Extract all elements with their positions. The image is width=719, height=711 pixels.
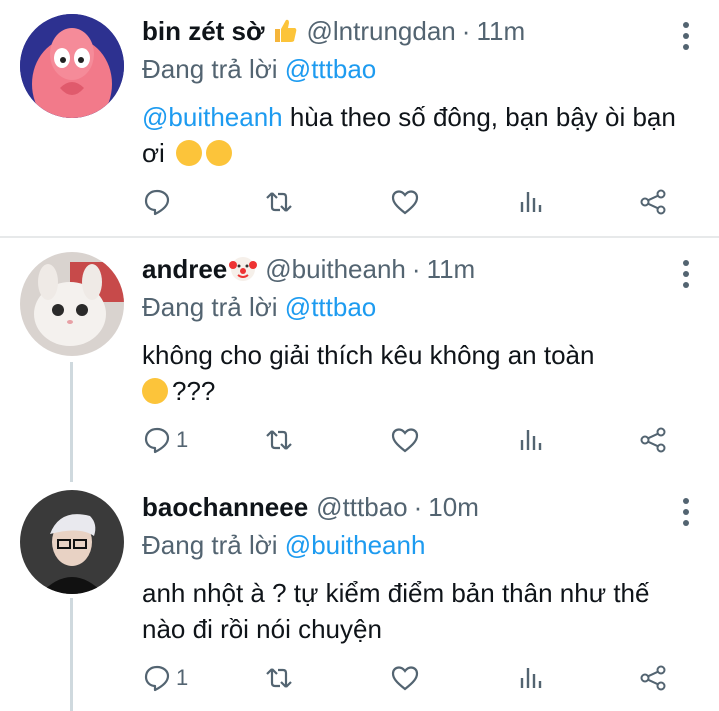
- like-button[interactable]: [390, 424, 420, 456]
- reply-icon: [144, 189, 170, 216]
- grinning-face-emoji-icon: [142, 378, 168, 404]
- reply-prefix: Đang trả lời: [142, 292, 278, 322]
- analytics-button[interactable]: [516, 424, 546, 456]
- tweet-3[interactable]: baochanneee @tttbao · 10m Đang trả lời @…: [0, 476, 719, 711]
- tweet-text: anh nhột à ? tự kiểm điểm bản thân như t…: [142, 578, 650, 644]
- avatar[interactable]: [20, 14, 124, 118]
- reply-count: 1: [176, 665, 189, 690]
- reply-to-link[interactable]: @tttbao: [285, 292, 376, 322]
- reply-button[interactable]: 1: [142, 424, 188, 456]
- sad-face-emoji-icon: [176, 140, 203, 166]
- analytics-icon: [520, 192, 542, 212]
- timestamp[interactable]: 10m: [428, 492, 479, 523]
- user-handle[interactable]: @tttbao: [316, 492, 407, 523]
- tweet-actions: 1: [142, 662, 682, 694]
- person-avatar-image: [20, 490, 124, 594]
- display-name[interactable]: andree: [142, 254, 227, 285]
- like-button[interactable]: [390, 662, 420, 694]
- share-button[interactable]: [638, 186, 668, 218]
- analytics-icon: [520, 430, 542, 450]
- mention-link[interactable]: @buitheanh: [142, 102, 283, 132]
- tweet-text-line: ???: [172, 376, 216, 406]
- avatar[interactable]: [20, 252, 124, 356]
- tweet-text-line: không cho giải thích kêu không an toàn: [142, 340, 595, 370]
- display-name[interactable]: baochanneee: [142, 492, 308, 523]
- retweet-button[interactable]: [264, 662, 294, 694]
- share-icon: [640, 665, 666, 691]
- heart-icon: [391, 428, 419, 453]
- reply-icon: [144, 427, 170, 454]
- more-options-icon[interactable]: [683, 22, 691, 55]
- user-handle[interactable]: @lntrungdan: [307, 16, 456, 47]
- like-button[interactable]: [390, 186, 420, 218]
- tweet-actions: [142, 186, 682, 218]
- reply-context: Đang trả lời @tttbao: [142, 292, 699, 323]
- reply-button[interactable]: 1: [142, 662, 188, 694]
- tweet-text: không cho giải thích kêu không an toàn ?…: [142, 337, 699, 409]
- reply-context: Đang trả lời @buitheanh: [142, 530, 699, 561]
- cat-avatar-image: [20, 252, 124, 356]
- separator-dot: ·: [413, 491, 423, 522]
- tweet-actions: 1: [142, 424, 682, 456]
- more-options-icon[interactable]: [683, 498, 691, 531]
- retweet-icon: [266, 430, 292, 450]
- reply-count: 1: [176, 427, 189, 452]
- more-options-icon[interactable]: [683, 260, 691, 293]
- avatar[interactable]: [20, 490, 124, 594]
- patrick-avatar-image: [20, 14, 124, 118]
- reply-to-link[interactable]: @buitheanh: [285, 530, 426, 560]
- heart-icon: [391, 666, 419, 691]
- reply-icon: [144, 665, 170, 692]
- retweet-icon: [266, 668, 292, 688]
- retweet-button[interactable]: [264, 424, 294, 456]
- thumbs-up-icon: [271, 17, 299, 45]
- reply-button[interactable]: [142, 186, 176, 218]
- tweet-header: baochanneee @tttbao · 10m: [142, 490, 699, 524]
- tweet-header: andree @buitheanh · 11m: [142, 252, 699, 286]
- timestamp[interactable]: 11m: [476, 16, 525, 47]
- user-handle[interactable]: @buitheanh: [265, 254, 406, 285]
- retweet-button[interactable]: [264, 186, 294, 218]
- clown-icon: [229, 255, 258, 283]
- heart-icon: [391, 190, 419, 215]
- reply-prefix: Đang trả lời: [142, 54, 278, 84]
- timestamp[interactable]: 11m: [427, 254, 476, 285]
- tweet-2[interactable]: andree @buitheanh · 11m Đang trả lời @tt…: [0, 238, 719, 474]
- share-icon: [640, 189, 666, 215]
- separator-dot: ·: [461, 15, 471, 46]
- reply-to-link[interactable]: @tttbao: [285, 54, 376, 84]
- analytics-button[interactable]: [516, 662, 546, 694]
- display-name[interactable]: bin zét sờ: [142, 16, 265, 47]
- tweet-1[interactable]: bin zét sờ @lntrungdan · 11m Đang trả lờ…: [0, 0, 719, 236]
- tweet-text: @buitheanh hùa theo số đông, bạn bậy òi …: [142, 99, 699, 171]
- reply-prefix: Đang trả lời: [142, 530, 278, 560]
- analytics-button[interactable]: [516, 186, 546, 218]
- tweet-header: bin zét sờ @lntrungdan · 11m: [142, 14, 699, 48]
- retweet-icon: [266, 192, 292, 212]
- sad-face-emoji-icon: [206, 140, 233, 166]
- reply-context: Đang trả lời @tttbao: [142, 54, 699, 85]
- analytics-icon: [520, 668, 542, 688]
- share-button[interactable]: [638, 424, 668, 456]
- share-icon: [640, 427, 666, 453]
- separator-dot: ·: [411, 253, 421, 284]
- share-button[interactable]: [638, 662, 668, 694]
